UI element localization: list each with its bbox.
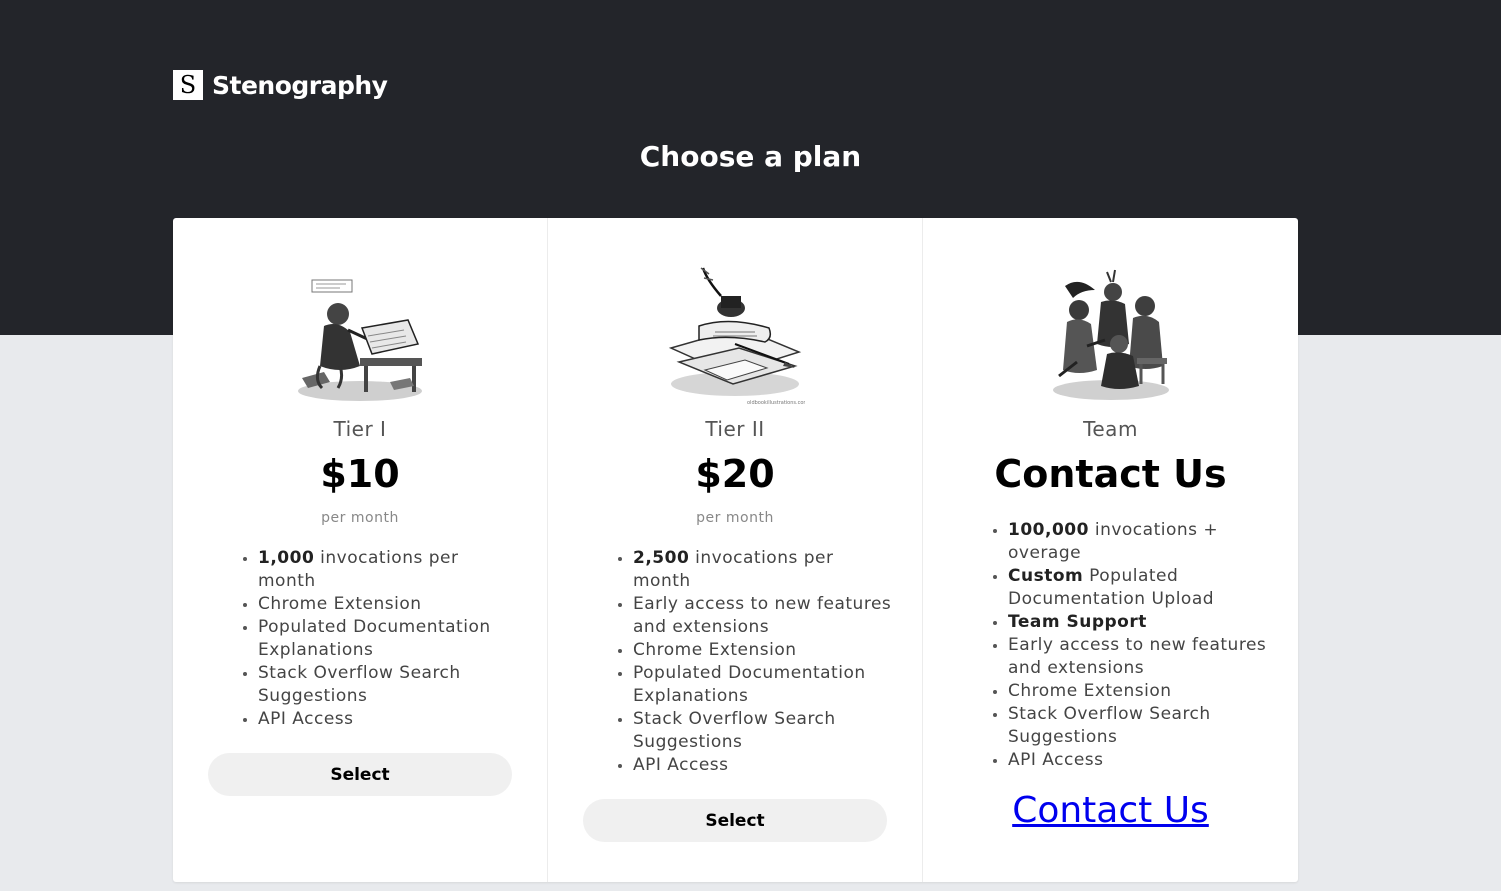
- feature-item: API Access: [618, 754, 893, 777]
- plan-card-team: Team Contact Us 100,000 invocations + ov…: [923, 218, 1298, 882]
- feature-item: Stack Overflow Search Suggestions: [243, 662, 518, 708]
- feature-item: Early access to new features and extensi…: [618, 594, 892, 637]
- contact-us-link[interactable]: Contact Us: [923, 790, 1298, 831]
- brand[interactable]: S Stenography: [173, 70, 388, 100]
- feature-item: API Access: [993, 749, 1268, 772]
- feature-item: 2,500 invocations per month: [618, 547, 893, 593]
- plan-features-list: 2,500 invocations per month Early access…: [618, 547, 893, 777]
- feature-item: Custom Populated Documentation Upload: [993, 565, 1268, 611]
- plan-tier-name: Team: [1083, 417, 1138, 441]
- plan-price: $10: [320, 452, 400, 496]
- plan-price: Contact Us: [994, 452, 1227, 496]
- plan-period: per month: [696, 510, 774, 526]
- feature-item: Chrome Extension: [993, 680, 1268, 703]
- feature-item: 1,000 invocations per month: [243, 547, 518, 593]
- svg-text:oldbookillustrations.com: oldbookillustrations.com: [747, 400, 805, 406]
- select-tier-1-button[interactable]: Select: [208, 753, 512, 796]
- brand-name: Stenography: [212, 70, 388, 100]
- plan-features-list: 100,000 invocations + overage Custom Pop…: [993, 519, 1268, 772]
- feature-item: Stack Overflow Search Suggestions: [618, 708, 893, 754]
- select-tier-2-button[interactable]: Select: [583, 799, 887, 842]
- feature-item: Team Support: [993, 611, 1268, 634]
- plan-price: $20: [695, 452, 775, 496]
- feature-item: Stack Overflow Search Suggestions: [993, 703, 1268, 749]
- feature-item: Chrome Extension: [618, 639, 893, 662]
- plan-tier-name: Tier II: [705, 417, 765, 441]
- feature-item: API Access: [243, 708, 518, 731]
- group-of-people-illustration: [1052, 269, 1169, 400]
- plan-features-list: 1,000 invocations per month Chrome Exten…: [243, 547, 518, 731]
- feature-item: Early access to new features and extensi…: [993, 635, 1267, 678]
- plan-card-tier-2: oldbookillustrations.com Tier II $20 per…: [548, 218, 923, 882]
- plans-container: Tier I $10 per month 1,000 invocations p…: [173, 218, 1298, 882]
- feature-item: Populated Documentation Explanations: [243, 616, 518, 662]
- plan-card-tier-1: Tier I $10 per month 1,000 invocations p…: [173, 218, 548, 882]
- page-title: Choose a plan: [639, 140, 862, 173]
- plan-period: per month: [321, 510, 399, 526]
- feature-item: Chrome Extension: [243, 593, 518, 616]
- scribe-at-desk-illustration: [298, 279, 422, 401]
- feature-item: 100,000 invocations + overage: [993, 519, 1268, 565]
- plan-tier-name: Tier I: [333, 417, 387, 441]
- feature-item: Populated Documentation Explanations: [618, 662, 893, 708]
- logo-icon: S: [173, 70, 203, 100]
- quill-and-papers-illustration: oldbookillustrations.com: [668, 267, 805, 406]
